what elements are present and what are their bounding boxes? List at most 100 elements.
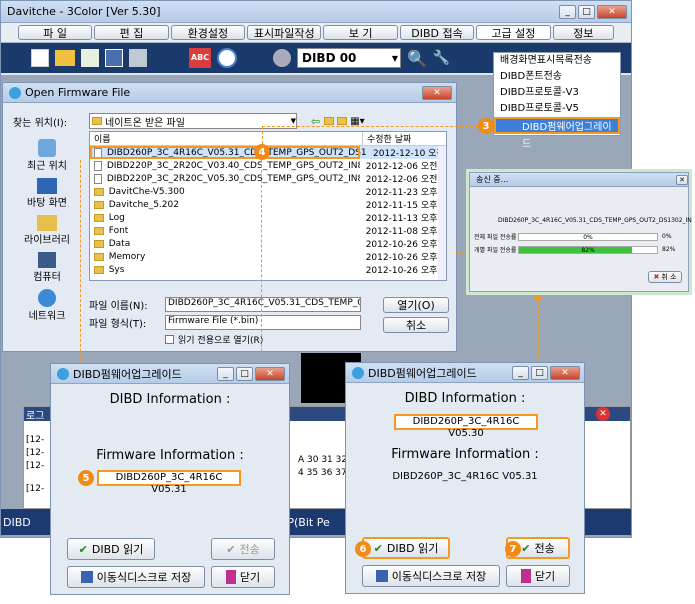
dropdown-item-protocol-v5[interactable]: DIBD프로토콜-V5 — [494, 101, 620, 117]
chevron-down-icon: ▼ — [391, 53, 398, 63]
right-read-label: DIBD 읽기 — [386, 542, 439, 555]
print-icon[interactable] — [129, 49, 147, 67]
left-close-button[interactable]: ✕ — [255, 366, 285, 381]
marker-3: 3 — [478, 118, 494, 134]
marker-7: 7 — [505, 541, 521, 557]
file-list-scrollbar[interactable] — [438, 146, 446, 280]
right-close-button[interactable]: ✕ — [550, 365, 580, 380]
open-dialog-titlebar: Open Firmware File ✕ — [3, 83, 456, 103]
left-fw-info-label: Firmware Information : — [96, 448, 244, 463]
file-progress-text: 82% — [581, 246, 595, 254]
search-icon[interactable]: 🔍 — [407, 49, 427, 68]
library-icon — [37, 215, 57, 231]
minimize-button[interactable]: _ — [559, 4, 576, 19]
menu-file[interactable]: 파 일 — [18, 25, 93, 40]
right-fw-info-label: Firmware Information : — [391, 447, 539, 462]
close-button[interactable]: ✕ — [597, 4, 627, 19]
dibd-icon — [273, 49, 291, 67]
progress-filename: DIBD260P_3C_4R16C_V05.31_CDS_TEMP_GPS_OU… — [498, 217, 692, 224]
right-maximize-button[interactable]: □ — [531, 365, 548, 380]
progress-window: 송신 중... ✕ DIBD260P_3C_4R16C_V05.31_CDS_T… — [469, 172, 692, 292]
place-network[interactable]: 네트워크 — [11, 289, 83, 322]
left-close-action-button[interactable]: 닫기 — [211, 566, 275, 588]
left-save-button[interactable]: 이동식디스크로 저장 — [67, 566, 205, 588]
dropdown-item-firmware-upgrade[interactable]: DIBD펌웨어업그레이드 — [494, 117, 620, 150]
file-date: 2012-10-26 오후 2 — [365, 240, 446, 250]
right-minimize-button[interactable]: _ — [512, 365, 529, 380]
new-icon[interactable] — [31, 49, 49, 67]
file-date: 2012-12-06 오전 1 — [365, 162, 446, 172]
progress-cancel-button[interactable]: ✖ 취 소 — [648, 271, 682, 283]
right-save-button[interactable]: 이동식디스크로 저장 — [362, 565, 500, 587]
place-desktop[interactable]: 바탕 화면 — [11, 178, 83, 209]
file-date: 2012-10-26 오후 2 — [365, 266, 446, 276]
file-date: 2012-12-10 오전 — [373, 149, 445, 159]
open-folder-icon[interactable] — [55, 50, 75, 66]
recent-icon — [38, 139, 56, 157]
advanced-dropdown: 배경화면표시목록전송 DIBD폰트전송 DIBD프로토콜-V3 DIBD프로토콜… — [493, 52, 621, 150]
menu-edit[interactable]: 편 집 — [94, 25, 169, 40]
main-titlebar: Davitche - 3Color [Ver 5.30] _ □ ✕ — [1, 1, 631, 23]
file-progress-label: 개별 파일 전송률 — [474, 247, 517, 254]
total-progress-row: 전체 파일 전송률 0% 0% — [474, 232, 688, 241]
connector-3-4 — [262, 126, 478, 144]
right-upgrade-titlebar: DIBD펌웨어업그레이드 _ □ ✕ — [346, 363, 584, 383]
network-icon — [38, 289, 56, 307]
file-date: 2012-10-26 오후 2 — [365, 253, 446, 263]
menu-settings[interactable]: 환경설정 — [170, 25, 246, 40]
menu-advanced[interactable]: 고급 설정 — [476, 25, 551, 40]
progress-close-button[interactable]: ✕ — [676, 174, 688, 185]
menu-view[interactable]: 보 기 — [323, 25, 398, 40]
right-upgrade-title: DIBD펌웨어업그레이드 — [368, 366, 477, 380]
left-send-button[interactable]: ✔ 전송 — [211, 538, 275, 560]
dibd-select[interactable]: DIBD 00 ▼ — [297, 48, 401, 68]
menu-dibd-connect[interactable]: DIBD 접속 — [399, 25, 475, 40]
right-close-action-button[interactable]: 닫기 — [506, 565, 570, 587]
left-maximize-button[interactable]: □ — [236, 366, 253, 381]
progress-cancel-label: 취 소 — [661, 273, 677, 281]
menu-bar: 파 일 편 집 환경설정 표시파일작성 보 기 DIBD 접속 고급 설정 정보 — [1, 23, 631, 43]
disk-icon — [375, 570, 388, 582]
cancel-button[interactable]: 취소 — [383, 317, 449, 333]
dropdown-item-font-send[interactable]: DIBD폰트전송 — [494, 69, 620, 85]
new-folder-icon[interactable] — [337, 117, 348, 125]
file-date: 2012-11-13 오후 8 — [365, 214, 446, 224]
wrench-icon[interactable]: 🔧 — [433, 50, 450, 66]
right-read-button[interactable]: ✔ DIBD 읽기 — [362, 537, 450, 559]
dropdown-item-background-list[interactable]: 배경화면표시목록전송 — [494, 53, 620, 69]
file-date: 2012-11-23 오후 1 — [365, 188, 446, 198]
left-minimize-button[interactable]: _ — [217, 366, 234, 381]
file-progress-bar: 82% — [518, 245, 658, 254]
place-computer[interactable]: 컴퓨터 — [11, 252, 83, 283]
place-computer-label: 컴퓨터 — [33, 272, 61, 283]
menu-info[interactable]: 정보 — [552, 25, 614, 40]
menu-display-file[interactable]: 표시파일작성 — [247, 25, 322, 40]
place-library[interactable]: 라이브러리 — [11, 215, 83, 246]
status-left: DIBD — [3, 515, 31, 529]
desktop-icon — [37, 178, 57, 194]
globe-icon — [352, 366, 364, 379]
clock-icon[interactable] — [217, 48, 237, 68]
left-close-label: 닫기 — [239, 571, 261, 584]
save-icon[interactable] — [105, 49, 123, 67]
globe-icon — [9, 86, 21, 99]
dropdown-item-protocol-v3[interactable]: DIBD프로토콜-V3 — [494, 85, 620, 101]
log-close-icon[interactable]: ✕ — [596, 407, 610, 421]
add-file-icon[interactable] — [81, 49, 99, 67]
left-read-button[interactable]: ✔ DIBD 읽기 — [67, 538, 155, 560]
view-menu-icon[interactable]: ▦▾ — [350, 116, 364, 127]
file-progress-value: 82% — [662, 246, 676, 253]
open-button[interactable]: 열기(O) — [383, 297, 449, 313]
left-upgrade-titlebar: DIBD펌웨어업그레이드 _ □ ✕ — [51, 364, 289, 384]
look-in-label: 찾는 위치(I): — [13, 117, 68, 129]
maximize-button[interactable]: □ — [578, 4, 595, 19]
abc-icon[interactable]: ABC — [189, 48, 211, 68]
check-icon: ✔ — [521, 541, 531, 555]
left-send-label: 전송 — [239, 543, 260, 556]
progress-titlebar: 송신 중... ✕ — [470, 173, 688, 187]
computer-icon — [38, 252, 56, 268]
places-bar: 최근 위치 바탕 화면 라이브러리 컴퓨터 네트워크 — [11, 135, 83, 322]
open-dialog-close-button[interactable]: ✕ — [422, 86, 452, 100]
up-folder-icon[interactable] — [324, 117, 335, 125]
place-recent[interactable]: 최근 위치 — [11, 139, 83, 172]
